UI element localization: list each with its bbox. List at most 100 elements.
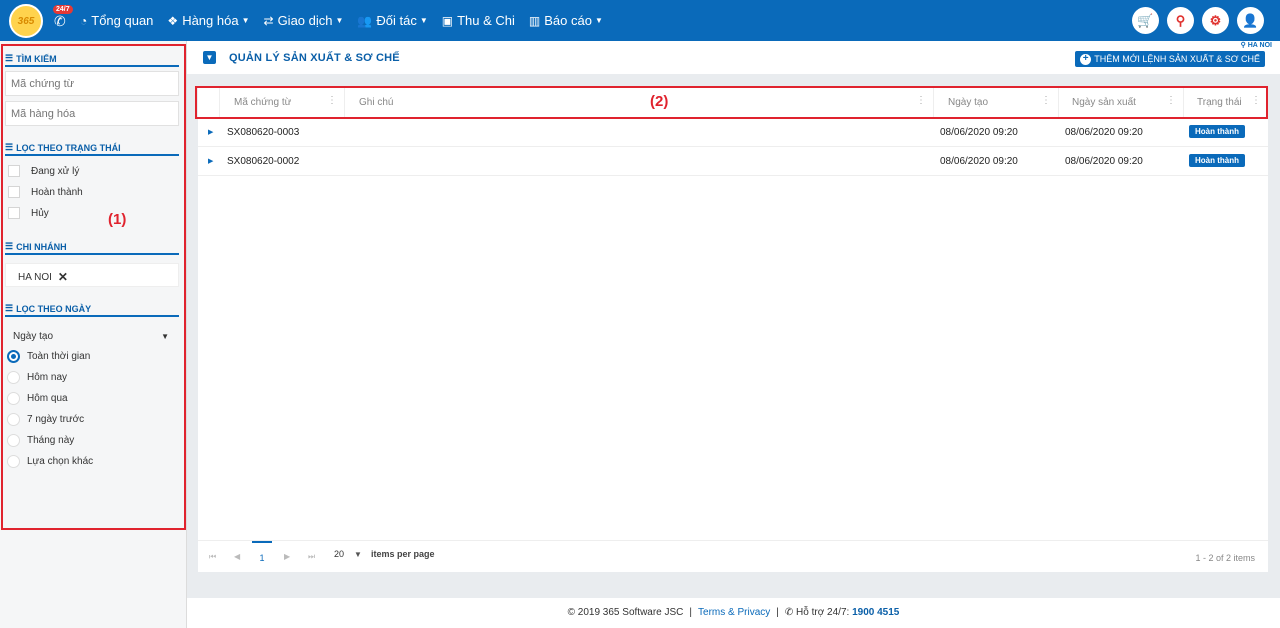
dashboard-icon: ◔: [80, 13, 88, 28]
header-voucher-code[interactable]: Mã chứng từ ⋮: [220, 87, 345, 119]
option-label: Tháng này: [27, 435, 75, 446]
support-label: Hỗ trợ 24/7:: [796, 607, 850, 618]
expand-row-icon[interactable]: ▶: [208, 128, 213, 136]
logo-text: 365: [17, 15, 35, 27]
column-menu-icon[interactable]: ⋮: [1251, 96, 1261, 106]
caret-down-icon[interactable]: ▼: [354, 550, 362, 559]
page-header: ▼ QUẢN LÝ SẢN XUẤT & SƠ CHẾ ⚲ HA NOI + TH…: [187, 41, 1280, 74]
list-icon: ☰: [5, 53, 14, 63]
pager: ⏮ ◀ 1 ▶ ⏭ 20 ▼ items per page 1 - 2 of 2…: [198, 540, 1268, 572]
status-option-cancelled[interactable]: Hủy: [8, 207, 49, 219]
status-badge: Hoàn thành: [1189, 125, 1245, 138]
caret-down-icon: ▼: [419, 16, 428, 25]
annotation-label-2: (2): [650, 93, 669, 110]
last-page-icon[interactable]: ⏭: [308, 552, 315, 562]
prev-page-icon[interactable]: ◀: [234, 552, 240, 561]
page-number-current[interactable]: 1: [252, 541, 272, 563]
date-option-all-time[interactable]: Toàn thời gian: [7, 350, 90, 363]
next-page-icon[interactable]: ▶: [284, 552, 290, 561]
search-section-title: ☰ TÌM KIẾM: [5, 53, 57, 64]
status-option-processing[interactable]: Đang xử lý: [8, 165, 79, 177]
branch-badge: ⚲ HA NOI: [1240, 41, 1272, 49]
checkbox[interactable]: [8, 165, 20, 177]
expand-row-icon[interactable]: ▶: [208, 157, 213, 165]
table-row[interactable]: ▶ SX080620-0003 08/06/2020 09:20 08/06/2…: [198, 119, 1268, 147]
voucher-code-input[interactable]: [5, 71, 179, 96]
date-option-yesterday[interactable]: Hôm qua: [7, 392, 68, 405]
column-menu-icon[interactable]: ⋮: [327, 96, 337, 106]
caret-down-icon: ▼: [161, 332, 169, 341]
section-divider: [5, 65, 179, 67]
list-icon: ☰: [5, 142, 14, 152]
first-page-icon[interactable]: ⏮: [209, 552, 216, 562]
option-label: Hôm nay: [27, 372, 68, 383]
checkbox[interactable]: [8, 186, 20, 198]
radio-button[interactable]: [7, 413, 20, 426]
add-production-order-button[interactable]: + THÊM MỚI LỆNH SẢN XUẤT & SƠ CHẾ: [1075, 51, 1265, 67]
date-field-select[interactable]: Ngày tạo ▼: [5, 327, 179, 347]
header-note[interactable]: Ghi chú ⋮: [345, 87, 934, 119]
checkbox[interactable]: [8, 207, 20, 219]
phone-icon: ✆: [784, 607, 797, 618]
section-divider: [5, 315, 179, 317]
radio-button[interactable]: [7, 350, 20, 363]
nav-label: Giao dịch: [277, 13, 333, 28]
column-menu-icon[interactable]: ⋮: [1041, 96, 1051, 106]
pager-info: 1 - 2 of 2 items: [1195, 553, 1255, 563]
nav-item-doi-tac[interactable]: 👥 Đối tác ▼: [357, 13, 427, 28]
branch-multiselect[interactable]: HA NOI ✕: [5, 263, 179, 287]
user-icon[interactable]: 👤: [1237, 7, 1264, 34]
date-option-custom[interactable]: Lựa chọn khác: [7, 455, 93, 468]
cell-created-date: 08/06/2020 09:20: [940, 127, 1018, 138]
section-title-text: TÌM KIẾM: [16, 53, 57, 64]
close-icon[interactable]: ✕: [58, 270, 68, 284]
product-code-input[interactable]: [5, 101, 179, 126]
date-option-this-month[interactable]: Tháng này: [7, 434, 74, 447]
nav-item-hang-hoa[interactable]: ❖ Hàng hóa ▼: [167, 13, 249, 28]
header-production-date[interactable]: Ngày sản xuất ⋮: [1059, 87, 1184, 119]
header-created-date[interactable]: Ngày tạo ⋮: [934, 87, 1059, 119]
cart-icon[interactable]: 🛒: [1132, 7, 1159, 34]
phone-icon[interactable]: ✆: [54, 13, 66, 30]
radio-button[interactable]: [7, 392, 20, 405]
production-orders-grid: Mã chứng từ ⋮ Ghi chú ⋮ Ngày tạo ⋮ Ngày sản…: [198, 87, 1268, 572]
grid-header: Mã chứng từ ⋮ Ghi chú ⋮ Ngày tạo ⋮ Ngày sản…: [198, 87, 1268, 119]
section-title-text: LỌC THEO NGÀY: [16, 303, 92, 314]
date-option-last-7-days[interactable]: 7 ngày trước: [7, 413, 84, 426]
nav-item-bao-cao[interactable]: ▥ Báo cáo ▼: [529, 13, 603, 28]
nav-item-giao-dich[interactable]: ⇄ Giao dịch ▼: [264, 13, 344, 28]
header-expand-col: [198, 87, 220, 119]
gear-icon[interactable]: ⚙: [1202, 7, 1229, 34]
radio-button[interactable]: [7, 371, 20, 384]
option-label: Lựa chọn khác: [27, 456, 94, 467]
logo[interactable]: 365: [9, 4, 43, 38]
header-status[interactable]: Trạng thái ⋮: [1184, 87, 1268, 119]
status-option-completed[interactable]: Hoàn thành: [8, 186, 83, 198]
separator: |: [689, 607, 693, 618]
column-menu-icon[interactable]: ⋮: [916, 96, 926, 106]
terms-link[interactable]: Terms & Privacy: [698, 607, 770, 618]
option-label: Hủy: [31, 207, 49, 219]
branch-tag-label: HA NOI: [18, 271, 52, 283]
nav-item-thu-chi[interactable]: ▣ Thu & Chi: [442, 13, 515, 28]
section-divider: [5, 154, 179, 156]
list-icon: ☰: [5, 303, 14, 313]
option-label: Đang xử lý: [31, 165, 80, 177]
location-icon[interactable]: ⚲: [1167, 7, 1194, 34]
section-title-text: CHI NHÁNH: [16, 241, 67, 252]
section-divider: [5, 253, 179, 255]
bar-chart-icon: ▥: [528, 13, 541, 28]
radio-button[interactable]: [7, 434, 20, 447]
radio-button[interactable]: [7, 455, 20, 468]
column-menu-icon[interactable]: ⋮: [1166, 96, 1176, 106]
cubes-icon: ❖: [167, 13, 179, 28]
table-row[interactable]: ▶ SX080620-0002 08/06/2020 09:20 08/06/2…: [198, 148, 1268, 176]
page-size-select[interactable]: 20: [334, 549, 344, 559]
filter-icon[interactable]: ▼: [203, 51, 216, 64]
date-section-title: ☰ LỌC THEO NGÀY: [5, 303, 91, 314]
date-option-today[interactable]: Hôm nay: [7, 371, 67, 384]
nav-label: Thu & Chi: [457, 13, 515, 28]
nav-item-tong-quan[interactable]: ◔ Tổng quan: [80, 13, 153, 28]
hotline-number[interactable]: 1900 4515: [852, 607, 899, 618]
list-icon: ☰: [5, 241, 14, 251]
